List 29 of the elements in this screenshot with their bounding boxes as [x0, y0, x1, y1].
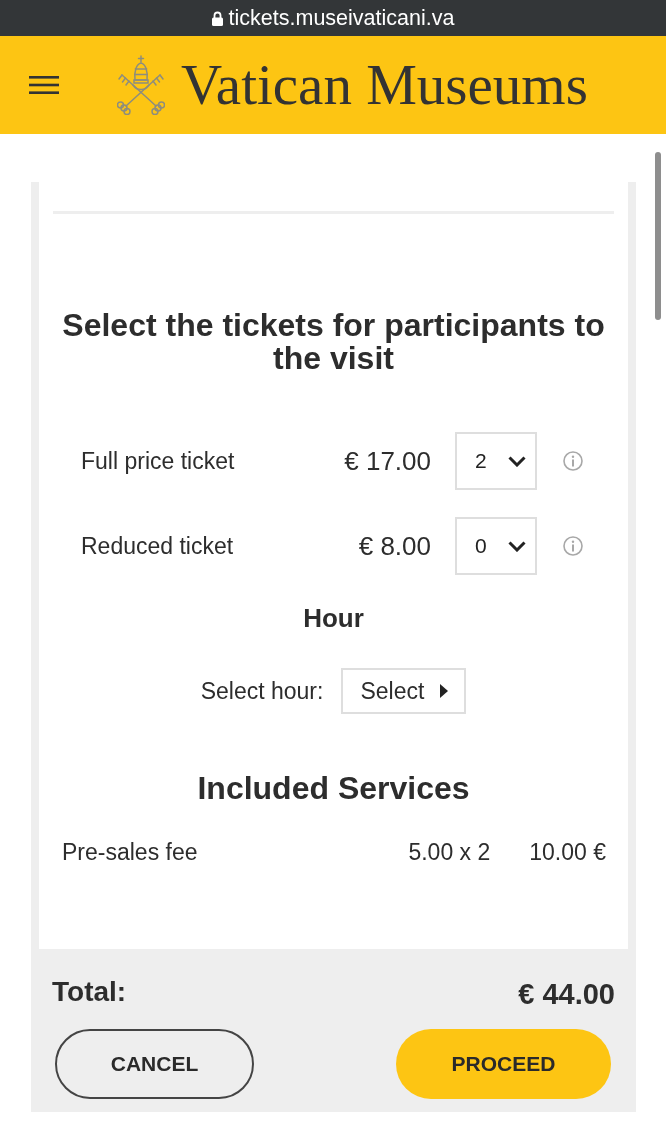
- chevron-down-icon: [508, 540, 526, 552]
- services-heading: Included Services: [196, 769, 471, 807]
- quantity-select[interactable]: 0: [455, 517, 537, 575]
- hour-heading: Hour: [302, 602, 365, 634]
- lock-icon: [211, 10, 223, 26]
- ticket-name: Full price ticket: [81, 447, 236, 475]
- site-title[interactable]: Vatican Museums: [181, 53, 588, 117]
- keys-emblem-icon[interactable]: [117, 55, 165, 115]
- cancel-button[interactable]: CANCEL: [55, 1029, 254, 1099]
- hour-label: Select hour:: [200, 677, 324, 705]
- info-icon[interactable]: [563, 536, 583, 556]
- url-text[interactable]: tickets.museivaticani.va: [228, 6, 455, 30]
- menu-icon[interactable]: [29, 76, 59, 94]
- info-icon[interactable]: [563, 451, 583, 471]
- hour-select-button[interactable]: Select: [341, 668, 467, 714]
- service-name: Pre-sales fee: [62, 838, 199, 866]
- total-amount: € 44.00: [518, 977, 615, 1011]
- section-heading: Select the tickets for participants to the visit: [61, 309, 606, 375]
- quantity-select[interactable]: 2: [455, 432, 537, 490]
- chevron-down-icon: [508, 455, 526, 467]
- service-quantity: 5.00 x 2: [408, 838, 491, 866]
- caret-right-icon: [440, 684, 449, 698]
- total-label: Total:: [52, 975, 127, 1009]
- service-amount: 10.00 €: [529, 838, 606, 866]
- scrollbar-thumb[interactable]: [655, 152, 661, 320]
- ticket-price: € 17.00: [344, 446, 431, 476]
- proceed-button[interactable]: PROCEED: [396, 1029, 611, 1099]
- ticket-name: Reduced ticket: [81, 532, 235, 560]
- ticket-price: € 8.00: [358, 531, 431, 561]
